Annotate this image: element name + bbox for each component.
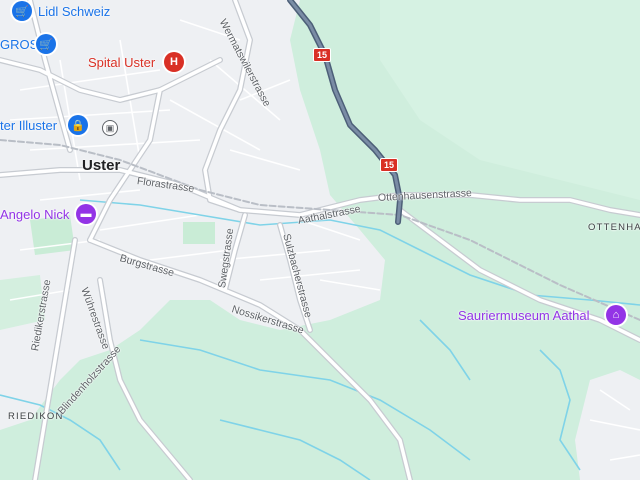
hospital-icon[interactable]: H <box>164 52 184 72</box>
chat-icon[interactable]: ▬ <box>76 204 96 224</box>
route-15-shield: 15 <box>313 48 332 62</box>
poi-angelo-label[interactable]: Angelo Nick <box>0 207 69 222</box>
place-ottenhausen: OTTENHA <box>588 222 640 233</box>
museum-icon[interactable]: ⌂ <box>606 305 626 325</box>
poi-lidl-label[interactable]: Lidl Schweiz <box>38 4 110 19</box>
place-riedikon: RIEDIKON <box>8 411 64 422</box>
shopping-cart-icon[interactable]: 🛒 <box>36 34 56 54</box>
shopping-bag-icon[interactable]: 🔒 <box>68 115 88 135</box>
poi-gros-label[interactable]: GROS <box>0 37 38 52</box>
poi-spital-label[interactable]: Spital Uster <box>88 55 155 70</box>
train-icon[interactable]: ▣ <box>102 120 118 136</box>
shopping-cart-icon[interactable]: 🛒 <box>12 1 32 21</box>
poi-sauriermuseum-label[interactable]: Sauriermuseum Aathal <box>458 308 590 323</box>
poi-illuster-label[interactable]: ter Illuster <box>0 118 57 133</box>
place-uster: Uster <box>82 157 121 174</box>
route-15-shield: 15 <box>380 158 399 172</box>
map-canvas[interactable] <box>0 0 640 480</box>
